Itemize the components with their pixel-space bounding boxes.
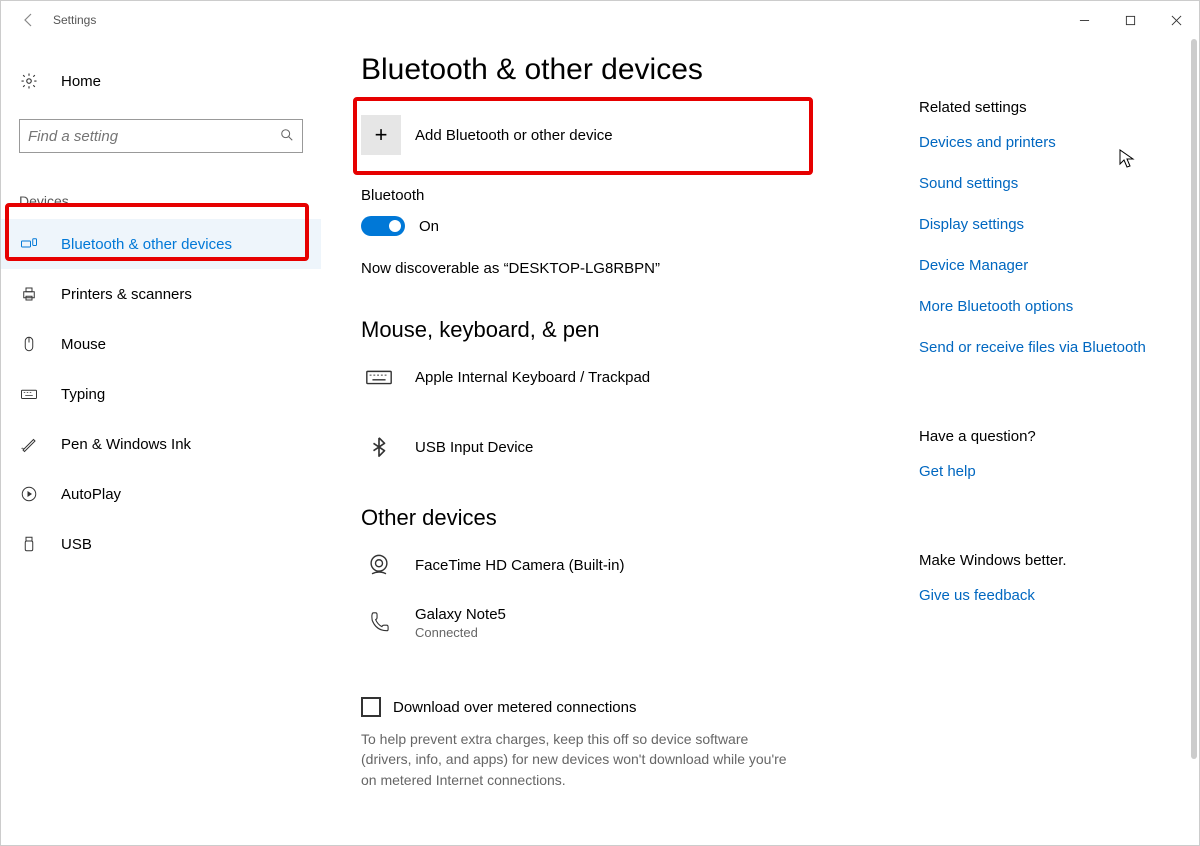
devices-section-header: Devices (1, 153, 321, 219)
add-device-button[interactable]: + Add Bluetooth or other device (361, 115, 821, 155)
plus-icon: + (361, 115, 401, 155)
usb-icon (19, 534, 39, 554)
pen-icon (19, 434, 39, 454)
device-name: Apple Internal Keyboard / Trackpad (415, 369, 650, 386)
phone-icon (361, 605, 397, 641)
maximize-button[interactable] (1107, 1, 1153, 39)
sidebar-item-label: Printers & scanners (61, 286, 192, 303)
metered-help-text: To help prevent extra charges, keep this… (361, 729, 801, 790)
link-display-settings[interactable]: Display settings (919, 216, 1179, 233)
sidebar-item-label: AutoPlay (61, 486, 121, 503)
add-device-label: Add Bluetooth or other device (415, 127, 613, 144)
sidebar-item-pen[interactable]: Pen & Windows Ink (1, 419, 321, 469)
feedback-heading: Make Windows better. (919, 552, 1179, 569)
link-give-feedback[interactable]: Give us feedback (919, 587, 1179, 604)
question-heading: Have a question? (919, 428, 1179, 445)
keyboard-icon (19, 384, 39, 404)
discoverable-text: Now discoverable as “DESKTOP-LG8RBPN” (361, 260, 899, 277)
home-label: Home (61, 73, 101, 90)
link-get-help[interactable]: Get help (919, 463, 1179, 480)
main-content: Bluetooth & other devices + Add Bluetoot… (321, 39, 919, 845)
sidebar-item-mouse[interactable]: Mouse (1, 319, 321, 369)
other-devices-heading: Other devices (361, 505, 899, 531)
autoplay-icon (19, 484, 39, 504)
bluetooth-section-label: Bluetooth (361, 187, 899, 204)
sidebar-item-autoplay[interactable]: AutoPlay (1, 469, 321, 519)
device-row[interactable]: Apple Internal Keyboard / Trackpad (361, 359, 899, 395)
bluetooth-toggle[interactable] (361, 216, 405, 236)
link-send-receive-bluetooth[interactable]: Send or receive files via Bluetooth (919, 339, 1179, 356)
gear-icon (19, 71, 39, 91)
search-input[interactable] (28, 128, 280, 145)
sidebar-item-label: Bluetooth & other devices (61, 236, 232, 253)
minimize-button[interactable] (1061, 1, 1107, 39)
page-title: Bluetooth & other devices (361, 53, 899, 87)
link-device-manager[interactable]: Device Manager (919, 257, 1179, 274)
device-row[interactable]: FaceTime HD Camera (Built-in) (361, 547, 899, 583)
link-more-bluetooth-options[interactable]: More Bluetooth options (919, 298, 1179, 315)
mouse-keyboard-heading: Mouse, keyboard, & pen (361, 317, 899, 343)
scrollbar[interactable] (1191, 39, 1197, 759)
back-button[interactable] (9, 1, 49, 39)
sidebar-item-label: USB (61, 536, 92, 553)
home-nav[interactable]: Home (1, 57, 321, 105)
bluetooth-device-icon (361, 429, 397, 465)
sidebar-item-label: Pen & Windows Ink (61, 436, 191, 453)
sidebar: Home Devices Bluetooth & other devices P… (1, 39, 321, 845)
right-pane: Related settings Devices and printers So… (919, 39, 1199, 845)
device-row[interactable]: Galaxy Note5 Connected (361, 605, 899, 641)
sidebar-item-typing[interactable]: Typing (1, 369, 321, 419)
metered-checkbox-row[interactable]: Download over metered connections (361, 697, 899, 717)
sidebar-item-printers[interactable]: Printers & scanners (1, 269, 321, 319)
sidebar-item-label: Mouse (61, 336, 106, 353)
printer-icon (19, 284, 39, 304)
mouse-icon (19, 334, 39, 354)
keyboard-device-icon (361, 359, 397, 395)
window-controls (1061, 1, 1199, 39)
sidebar-item-usb[interactable]: USB (1, 519, 321, 569)
sidebar-item-bluetooth[interactable]: Bluetooth & other devices (1, 219, 321, 269)
toggle-state-label: On (419, 218, 439, 235)
search-box[interactable] (19, 119, 303, 153)
link-sound-settings[interactable]: Sound settings (919, 175, 1179, 192)
window-title: Settings (49, 13, 96, 27)
search-icon (280, 128, 294, 145)
device-status: Connected (415, 625, 506, 640)
related-settings-heading: Related settings (919, 99, 1179, 116)
device-row[interactable]: USB Input Device (361, 429, 899, 465)
close-button[interactable] (1153, 1, 1199, 39)
metered-checkbox-label: Download over metered connections (393, 699, 636, 716)
device-name: Galaxy Note5 (415, 606, 506, 623)
link-devices-and-printers[interactable]: Devices and printers (919, 134, 1179, 151)
checkbox[interactable] (361, 697, 381, 717)
bluetooth-devices-icon (19, 234, 39, 254)
camera-icon (361, 547, 397, 583)
sidebar-item-label: Typing (61, 386, 105, 403)
device-name: FaceTime HD Camera (Built-in) (415, 557, 624, 574)
device-name: USB Input Device (415, 439, 533, 456)
titlebar: Settings (1, 1, 1199, 39)
